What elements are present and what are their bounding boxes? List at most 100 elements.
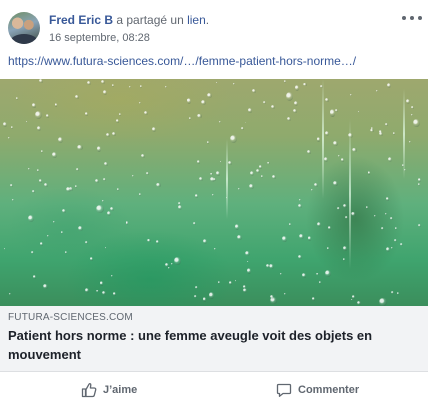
raindrop — [110, 207, 114, 212]
raindrop — [409, 140, 411, 143]
author-line: Fred Eric B a partagé un lien. — [49, 12, 209, 28]
raindrop — [207, 93, 212, 99]
raindrop — [174, 257, 181, 265]
raindrop — [145, 172, 149, 175]
raindrop — [112, 84, 114, 87]
raindrop — [313, 182, 318, 188]
raindrop — [32, 190, 35, 193]
rain-streak — [349, 119, 351, 269]
raindrop — [54, 103, 58, 107]
raindrop — [9, 292, 12, 296]
raindrop — [151, 126, 157, 133]
raindrop — [381, 226, 385, 230]
raindrop — [272, 174, 277, 180]
raindrop — [235, 224, 240, 230]
raindrop — [51, 151, 58, 158]
raindrop — [388, 157, 393, 163]
raindrop — [333, 181, 338, 186]
raindrop — [147, 238, 151, 242]
raindrop — [46, 234, 49, 237]
raindrop — [87, 80, 92, 86]
raindrop — [284, 293, 287, 296]
share-verb: a partagé un — [113, 13, 188, 27]
shared-url-link[interactable]: https://www.futura-sciences.com/…/femme-… — [8, 53, 356, 69]
raindrop — [279, 272, 282, 276]
raindrop — [316, 137, 321, 142]
comment-button[interactable]: Commenter — [276, 380, 359, 400]
raindrop — [111, 275, 114, 278]
raindrop — [333, 141, 338, 146]
raindrop — [384, 122, 388, 126]
post-actions-bar: J’aime Commenter — [0, 372, 428, 408]
raindrop — [262, 101, 266, 105]
raindrop — [40, 242, 44, 246]
raindrop — [390, 217, 393, 220]
raindrop — [219, 160, 222, 164]
raindrop — [298, 198, 301, 201]
raindrop — [96, 289, 99, 293]
raindrop — [217, 280, 221, 284]
raindrop — [241, 127, 244, 130]
raindrop — [417, 178, 422, 183]
link-title[interactable]: Patient hors norme : une femme aveugle v… — [8, 326, 420, 364]
raindrop — [210, 172, 214, 176]
raindrop — [195, 194, 198, 198]
raindrop — [139, 192, 142, 196]
raindrop — [171, 262, 173, 265]
raindrop — [155, 239, 160, 245]
raindrop — [101, 290, 107, 296]
raindrop — [343, 204, 347, 209]
raindrop — [216, 171, 221, 176]
raindrop — [350, 94, 353, 97]
raindrop — [307, 150, 311, 154]
raindrop — [28, 215, 35, 222]
raindrop — [379, 297, 387, 306]
raindrop — [370, 128, 374, 132]
more-options-icon[interactable] — [402, 14, 422, 22]
raindrop — [367, 171, 371, 175]
raindrop — [324, 97, 329, 103]
rain-streak — [322, 79, 324, 199]
link-preview-image[interactable] — [0, 79, 428, 306]
raindrop — [228, 281, 233, 285]
raindrop — [77, 225, 83, 231]
raindrop — [44, 183, 48, 188]
raindrop — [111, 131, 116, 137]
raindrop — [237, 187, 240, 190]
raindrop — [325, 270, 331, 277]
raindrop — [39, 79, 43, 83]
raindrop — [197, 113, 202, 118]
raindrop — [25, 120, 28, 123]
like-button[interactable]: J’aime — [81, 380, 137, 400]
raindrop — [211, 193, 215, 197]
raindrop — [298, 203, 303, 208]
raindrop — [391, 290, 394, 294]
raindrop — [15, 97, 19, 100]
raindrop — [267, 161, 270, 165]
raindrop — [125, 221, 129, 224]
raindrop — [299, 233, 304, 239]
raindrop — [66, 186, 72, 193]
raindrop — [40, 149, 43, 153]
raindrop — [385, 246, 390, 253]
raindrop — [228, 160, 233, 166]
raindrop — [356, 300, 361, 305]
raindrop — [417, 224, 421, 228]
post-timestamp[interactable]: 16 septembre, 08:28 — [49, 31, 150, 45]
raindrop — [140, 85, 143, 88]
rain-streak — [226, 139, 228, 219]
raindrop — [410, 113, 413, 117]
link-word[interactable]: lien — [187, 13, 206, 27]
raindrop — [34, 111, 42, 119]
author-avatar[interactable] — [8, 12, 40, 44]
raindrop — [325, 130, 330, 136]
raindrop — [337, 155, 340, 158]
raindrop — [144, 111, 149, 116]
raindrop — [7, 136, 10, 139]
link-preview-caption[interactable]: FUTURA-SCIENCES.COM Patient hors norme :… — [0, 306, 428, 372]
link-domain: FUTURA-SCIENCES.COM — [8, 312, 133, 323]
raindrop — [411, 105, 414, 110]
author-name-link[interactable]: Fred Eric B — [49, 13, 113, 27]
raindrop — [31, 250, 35, 254]
raindrop — [38, 178, 43, 183]
